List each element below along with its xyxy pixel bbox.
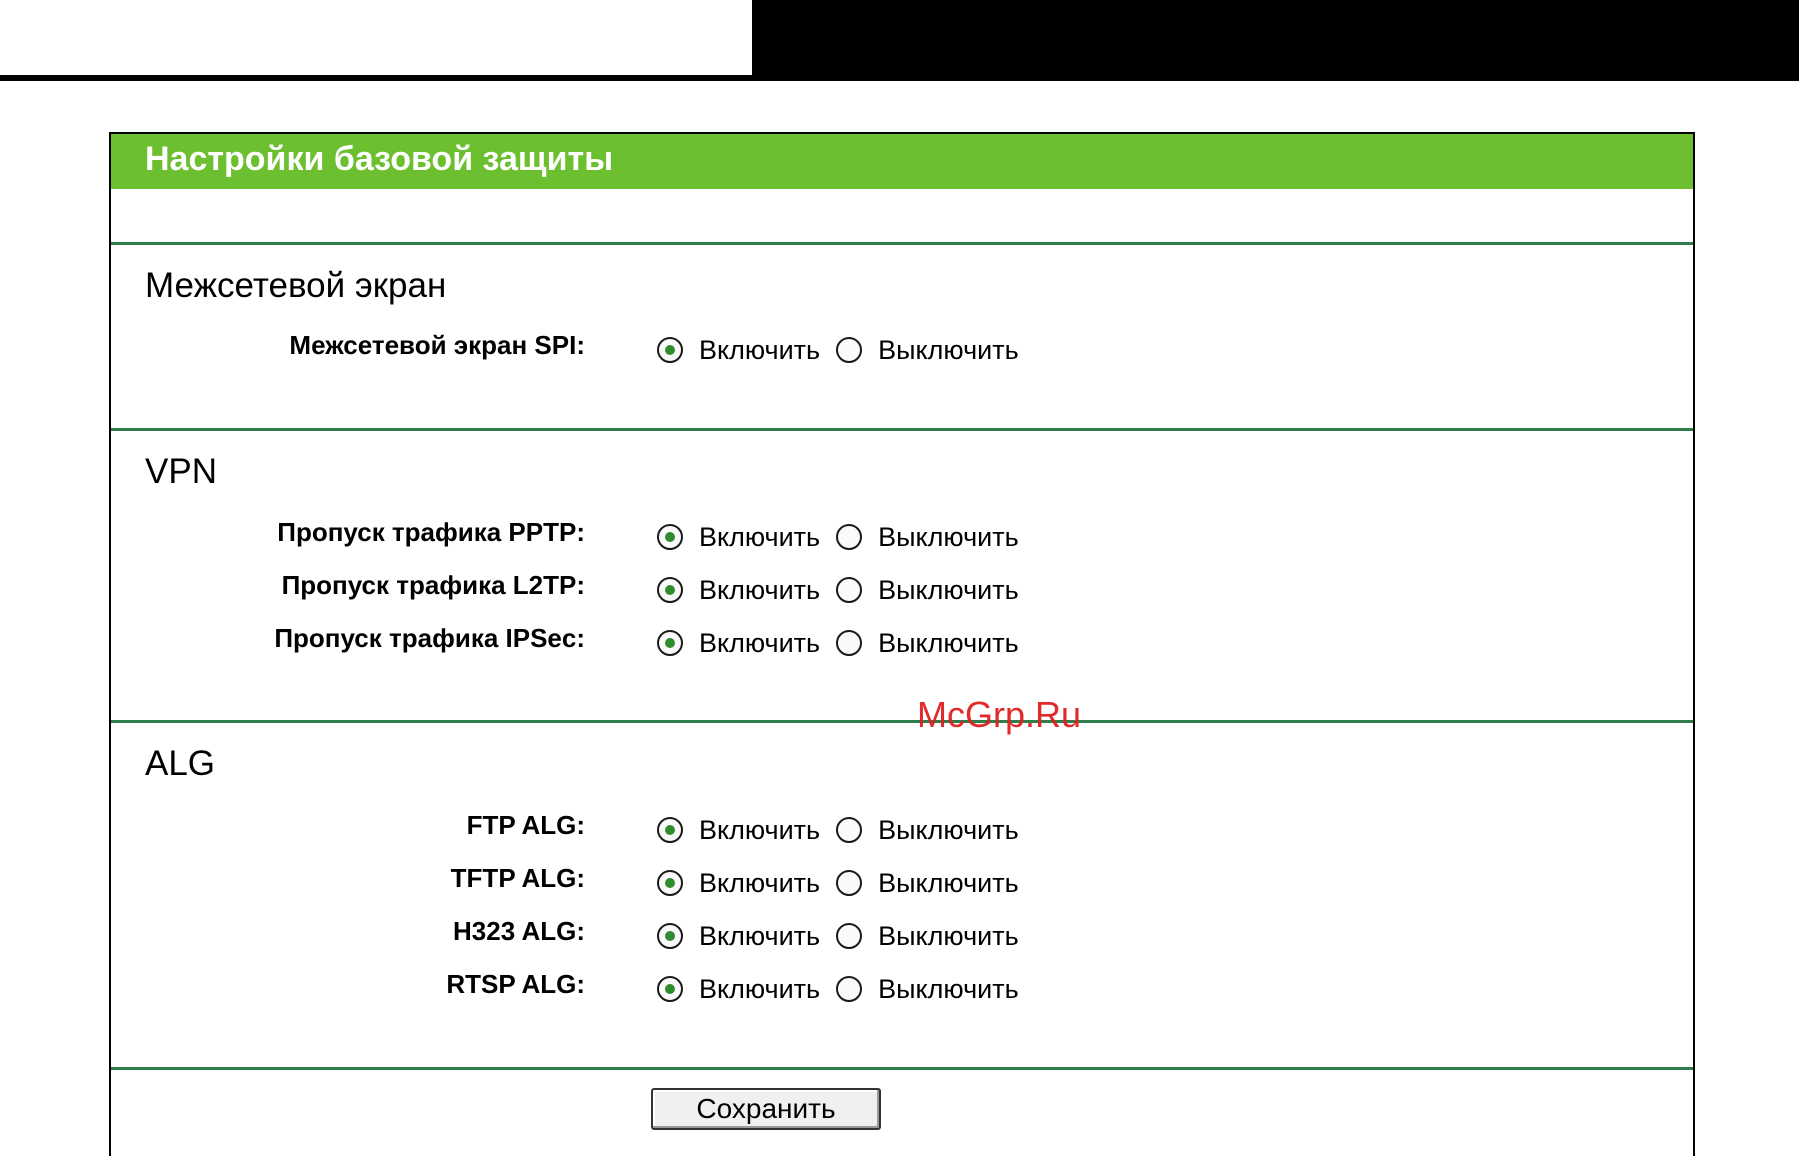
section-title-vpn: VPN — [145, 452, 217, 491]
setting-label: FTP ALG: — [466, 810, 585, 840]
security-settings-panel: Настройки базовой защиты Межсетевой экра… — [109, 132, 1695, 1156]
divider — [111, 720, 1693, 723]
radio-enable-label[interactable]: Включить — [699, 522, 820, 553]
radio-disable[interactable] — [836, 577, 863, 603]
radio-disable-label[interactable]: Выключить — [878, 575, 1019, 606]
page: Настройки базовой защиты Межсетевой экра… — [0, 0, 1799, 1156]
radio-disable-label[interactable]: Выключить — [878, 974, 1019, 1005]
section-title-firewall: Межсетевой экран — [145, 266, 447, 305]
radio-enable-label[interactable]: Включить — [699, 921, 820, 952]
top-header-block — [752, 0, 1799, 76]
radio-enable[interactable] — [657, 337, 683, 363]
radio-group: Включить Выключить — [657, 570, 1035, 610]
setting-label: RTSP ALG: — [446, 969, 585, 999]
radio-enable[interactable] — [657, 817, 683, 843]
setting-row-ftp-alg: FTP ALG: Включить Выключить — [111, 810, 1693, 850]
radio-disable-label[interactable]: Выключить — [878, 815, 1019, 846]
radio-enable-label[interactable]: Включить — [699, 815, 820, 846]
setting-label: TFTP ALG: — [450, 863, 585, 893]
setting-label: Межсетевой экран SPI: — [289, 330, 585, 360]
radio-disable[interactable] — [836, 870, 863, 896]
radio-enable[interactable] — [657, 630, 683, 656]
radio-group: Включить Выключить — [657, 863, 1035, 903]
setting-row-spi-firewall: Межсетевой экран SPI: Включить Выключить — [111, 330, 1693, 370]
setting-row-ipsec-passthrough: Пропуск трафика IPSec: Включить Выключит… — [111, 623, 1693, 663]
radio-disable[interactable] — [836, 630, 863, 656]
radio-enable[interactable] — [657, 923, 683, 949]
setting-row-pptp-passthrough: Пропуск трафика PPTP: Включить Выключить — [111, 517, 1693, 557]
radio-group: Включить Выключить — [657, 810, 1035, 850]
setting-label: Пропуск трафика PPTP: — [277, 517, 585, 547]
radio-disable[interactable] — [836, 923, 863, 949]
radio-enable-label[interactable]: Включить — [699, 868, 820, 899]
panel-header: Настройки базовой защиты — [111, 134, 1693, 189]
radio-group: Включить Выключить — [657, 623, 1035, 663]
setting-row-h323-alg: H323 ALG: Включить Выключить — [111, 916, 1693, 956]
divider — [111, 1067, 1693, 1070]
setting-label: H323 ALG: — [453, 916, 585, 946]
setting-row-l2tp-passthrough: Пропуск трафика L2TP: Включить Выключить — [111, 570, 1693, 610]
radio-disable-label[interactable]: Выключить — [878, 628, 1019, 659]
setting-label: Пропуск трафика IPSec: — [274, 623, 585, 653]
radio-enable-label[interactable]: Включить — [699, 628, 820, 659]
radio-disable-label[interactable]: Выключить — [878, 522, 1019, 553]
radio-enable-label[interactable]: Включить — [699, 974, 820, 1005]
radio-group: Включить Выключить — [657, 969, 1035, 1009]
radio-disable[interactable] — [836, 976, 863, 1002]
setting-label: Пропуск трафика L2TP: — [281, 570, 585, 600]
radio-disable[interactable] — [836, 337, 863, 363]
radio-disable-label[interactable]: Выключить — [878, 921, 1019, 952]
radio-enable[interactable] — [657, 577, 683, 603]
radio-enable[interactable] — [657, 870, 683, 896]
radio-disable-label[interactable]: Выключить — [878, 868, 1019, 899]
watermark: McGrp.Ru — [917, 694, 1082, 735]
radio-disable[interactable] — [836, 524, 863, 550]
radio-group: Включить Выключить — [657, 916, 1035, 956]
radio-enable-label[interactable]: Включить — [699, 575, 820, 606]
radio-enable[interactable] — [657, 524, 683, 550]
radio-enable-label[interactable]: Включить — [699, 335, 820, 366]
radio-enable[interactable] — [657, 976, 683, 1002]
setting-row-rtsp-alg: RTSP ALG: Включить Выключить — [111, 969, 1693, 1009]
divider — [111, 428, 1693, 431]
save-button[interactable]: Сохранить — [651, 1088, 881, 1130]
radio-group: Включить Выключить — [657, 330, 1035, 370]
radio-disable[interactable] — [836, 817, 863, 843]
section-title-alg: ALG — [145, 744, 216, 783]
top-header-rule — [0, 75, 1799, 81]
divider — [111, 242, 1693, 245]
page-title: Настройки базовой защиты — [145, 140, 614, 178]
radio-group: Включить Выключить — [657, 517, 1035, 557]
radio-disable-label[interactable]: Выключить — [878, 335, 1019, 366]
setting-row-tftp-alg: TFTP ALG: Включить Выключить — [111, 863, 1693, 903]
